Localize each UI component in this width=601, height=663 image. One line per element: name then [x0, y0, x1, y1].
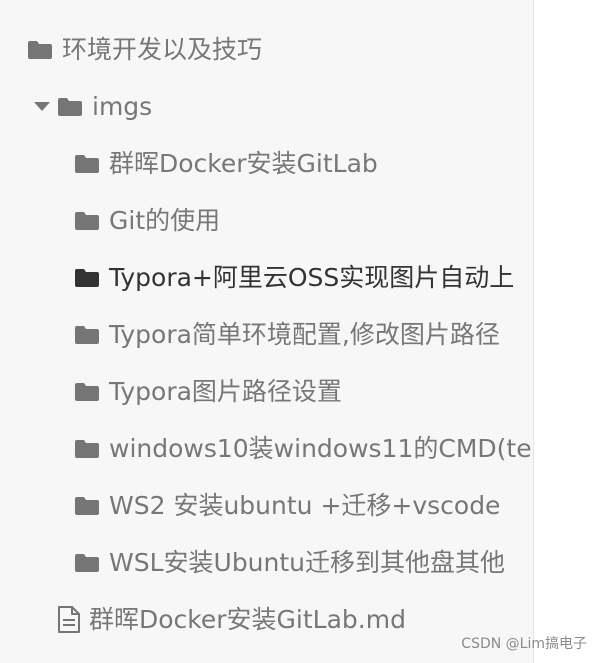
tree-item-label: WSL安装Ubuntu迁移到其他盘其他 — [109, 548, 506, 577]
watermark-text: CSDN @Lim搞电子 — [461, 636, 587, 652]
tree-item-root-folder[interactable]: 环境开发以及技巧 — [0, 28, 533, 72]
tree-item-imgs-folder[interactable]: imgs — [0, 85, 533, 129]
file-tree-sidebar: 环境开发以及技巧 imgs 群晖Docker安装GitLab Git的使用 Ty… — [0, 0, 533, 663]
tree-item-file[interactable]: 群晖Docker安装GitLab.md — [0, 598, 533, 642]
tree-item-label: Typora图片路径设置 — [109, 377, 342, 406]
folder-icon — [75, 496, 99, 516]
tree-item-label: 群晖Docker安装GitLab.md — [89, 605, 406, 634]
folder-icon — [75, 382, 99, 402]
tree-item-label: imgs — [92, 92, 153, 121]
tree-item-label: Git的使用 — [109, 206, 221, 235]
tree-item-label: windows10装windows11的CMD(te — [109, 434, 532, 463]
tree-item-folder[interactable]: WSL安装Ubuntu迁移到其他盘其他 — [0, 541, 533, 585]
tree-item-label: Typora简单环境配置,修改图片路径 — [109, 320, 500, 349]
tree-item-label: 环境开发以及技巧 — [62, 35, 263, 64]
folder-icon — [75, 268, 99, 288]
tree-item-folder[interactable]: 群晖Docker安装GitLab — [0, 142, 533, 186]
tree-item-folder[interactable]: Git的使用 — [0, 199, 533, 243]
tree-item-label: Typora+阿里云OSS实现图片自动上 — [109, 263, 515, 292]
folder-icon — [28, 40, 52, 60]
tree-item-folder[interactable]: Typora简单环境配置,修改图片路径 — [0, 313, 533, 357]
sidebar-divider — [533, 0, 534, 663]
folder-icon — [75, 211, 99, 231]
tree-item-folder[interactable]: Typora图片路径设置 — [0, 370, 533, 414]
tree-item-label: 群晖Docker安装GitLab — [109, 149, 378, 178]
tree-item-folder[interactable]: windows10装windows11的CMD(te — [0, 427, 533, 471]
tree-item-folder[interactable]: WS2 安装ubuntu +迁移+vscode — [0, 484, 533, 528]
file-text-icon — [57, 606, 81, 634]
caret-down-icon[interactable] — [34, 102, 50, 112]
tree-item-label: WS2 安装ubuntu +迁移+vscode — [109, 491, 501, 520]
folder-icon — [75, 154, 99, 174]
tree-item-folder-active[interactable]: Typora+阿里云OSS实现图片自动上 — [0, 256, 533, 300]
folder-icon — [75, 325, 99, 345]
folder-icon — [75, 439, 99, 459]
folder-icon — [58, 97, 82, 117]
folder-icon — [75, 553, 99, 573]
